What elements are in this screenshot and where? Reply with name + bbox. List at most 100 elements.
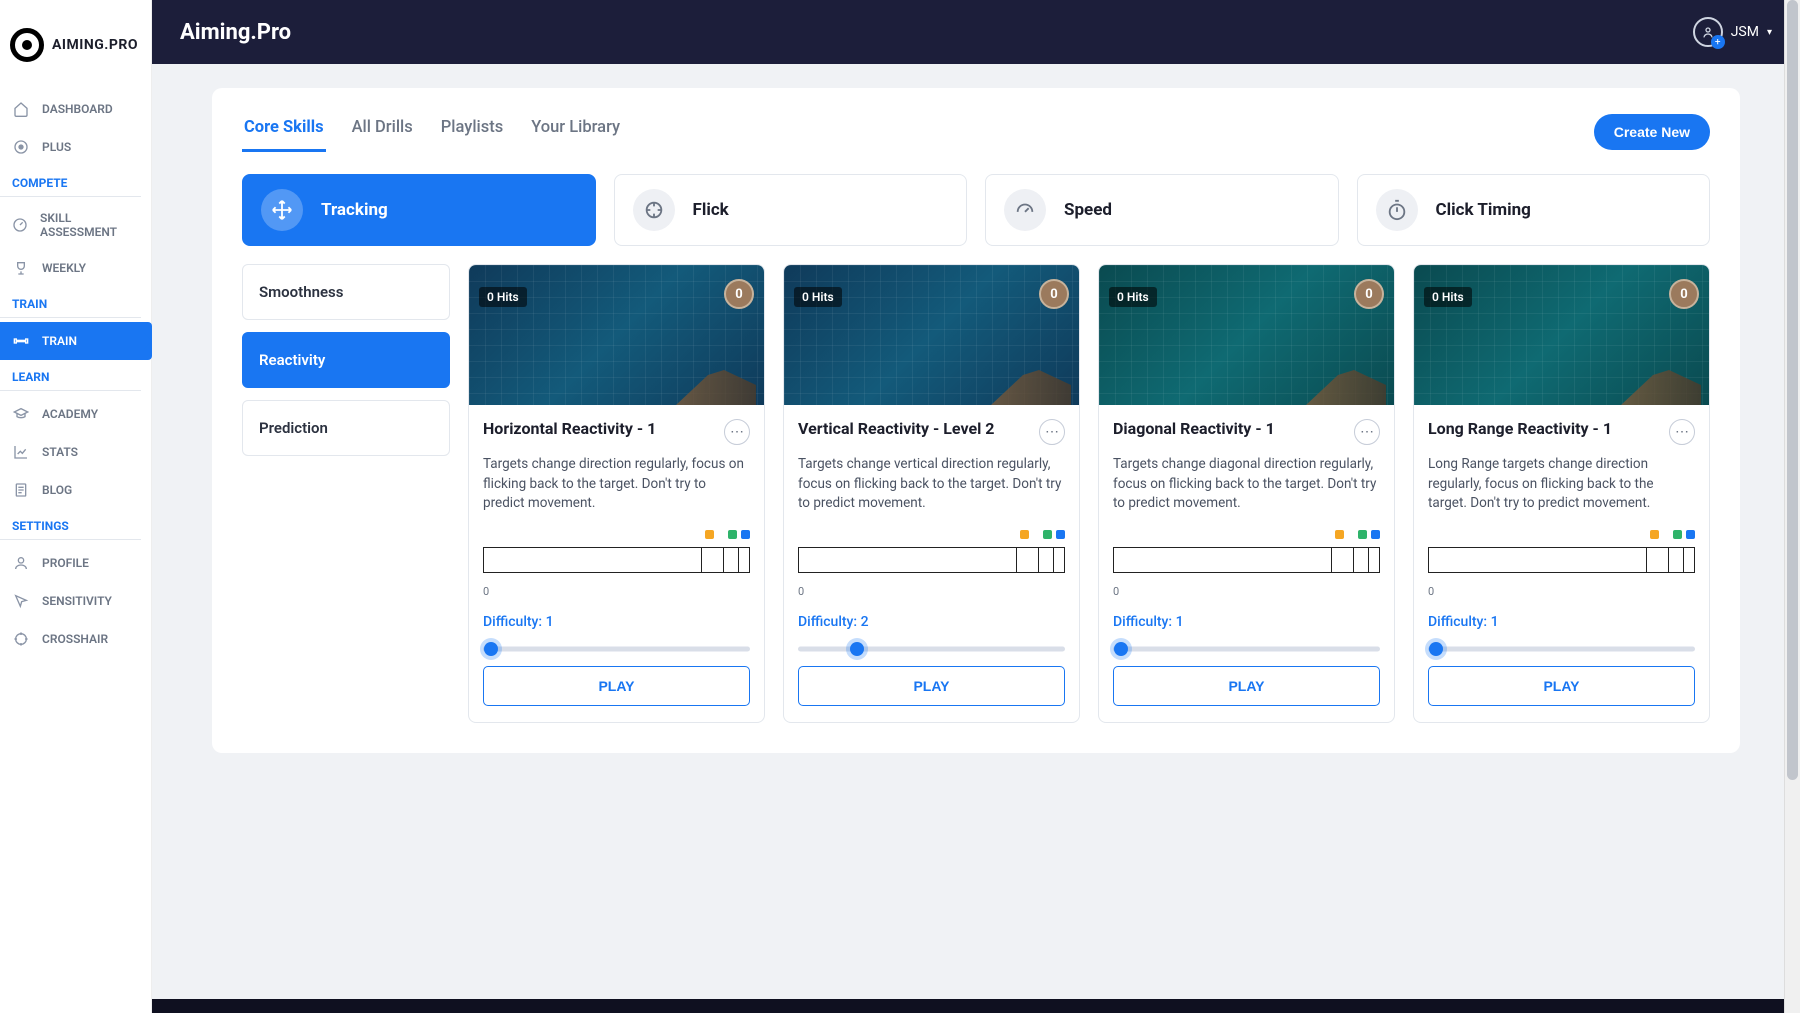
play-button[interactable]: PLAY	[1428, 666, 1695, 706]
logo[interactable]: AIMING.PRO	[0, 0, 151, 90]
sidebar-item-sensitivity[interactable]: SENSITIVITY	[0, 582, 151, 620]
sidebar-item-label: SKILL ASSESSMENT	[40, 211, 139, 239]
difficulty-slider[interactable]	[483, 642, 750, 656]
skill-tile-flick[interactable]: Flick	[614, 174, 968, 246]
skill-label: Tracking	[321, 200, 388, 220]
speedometer-icon	[1004, 189, 1046, 231]
distribution-zero: 0	[483, 585, 750, 598]
nav-heading-compete: COMPETE	[0, 166, 141, 197]
gun-illustration	[991, 355, 1071, 405]
drill-card: 0 Hits 0 Diagonal Reactivity - 1 ⋯ Targe…	[1098, 264, 1395, 723]
sidebar-item-label: BLOG	[42, 483, 72, 497]
cursor-icon	[12, 592, 30, 610]
drill-description: Long Range targets change direction regu…	[1428, 455, 1695, 514]
gauge-icon	[12, 216, 28, 234]
distribution-zero: 0	[1113, 585, 1380, 598]
difficulty-label: Difficulty: 2	[798, 614, 1065, 630]
drill-thumbnail[interactable]: 0 Hits 0	[1414, 265, 1709, 405]
drill-card: 0 Hits 0 Long Range Reactivity - 1 ⋯ Lon…	[1413, 264, 1710, 723]
chevron-down-icon: ▾	[1767, 27, 1772, 38]
tab-your-library[interactable]: Your Library	[529, 112, 622, 152]
sidebar-item-label: DASHBOARD	[42, 102, 113, 116]
difficulty-slider[interactable]	[798, 642, 1065, 656]
sidebar-item-profile[interactable]: PROFILE	[0, 544, 151, 582]
play-button[interactable]: PLAY	[798, 666, 1065, 706]
distribution-bar	[1113, 547, 1380, 573]
skill-tile-tracking[interactable]: Tracking	[242, 174, 596, 246]
sidebar-item-academy[interactable]: ACADEMY	[0, 395, 151, 433]
sidebar-item-plus[interactable]: PLUS	[0, 128, 151, 166]
drill-title: Long Range Reactivity - 1	[1428, 419, 1612, 439]
user-icon	[12, 554, 30, 572]
difficulty-slider[interactable]	[1428, 642, 1695, 656]
hits-badge: 0 Hits	[794, 287, 842, 307]
skill-tile-click-timing[interactable]: Click Timing	[1357, 174, 1711, 246]
tab-core-skills[interactable]: Core Skills	[242, 112, 326, 152]
drill-thumbnail[interactable]: 0 Hits 0	[1099, 265, 1394, 405]
drill-description: Targets change direction regularly, focu…	[483, 455, 750, 514]
dumbbell-icon	[12, 332, 30, 350]
drill-thumbnail[interactable]: 0 Hits 0	[784, 265, 1079, 405]
gun-illustration	[676, 355, 756, 405]
scrollbar-thumb[interactable]	[1787, 0, 1798, 780]
scrollbar[interactable]	[1784, 0, 1800, 1013]
more-button[interactable]: ⋯	[724, 419, 750, 445]
color-dots	[1113, 530, 1380, 539]
hits-badge: 0 Hits	[1424, 287, 1472, 307]
sidebar-item-dashboard[interactable]: DASHBOARD	[0, 90, 151, 128]
more-button[interactable]: ⋯	[1039, 419, 1065, 445]
sidebar: AIMING.PRO DASHBOARD PLUS COMPETE SKILL …	[0, 0, 152, 1013]
difficulty-label: Difficulty: 1	[1428, 614, 1695, 630]
sidebar-item-skill-assessment[interactable]: SKILL ASSESSMENT	[0, 201, 151, 249]
play-button[interactable]: PLAY	[1113, 666, 1380, 706]
sidebar-item-train[interactable]: TRAIN	[0, 322, 152, 360]
nav-heading-settings: SETTINGS	[0, 509, 141, 540]
subskill-reactivity[interactable]: Reactivity	[242, 332, 450, 388]
hits-badge: 0 Hits	[1109, 287, 1157, 307]
gun-illustration	[1621, 355, 1701, 405]
more-button[interactable]: ⋯	[1354, 419, 1380, 445]
sidebar-item-label: PLUS	[42, 140, 71, 154]
play-button[interactable]: PLAY	[483, 666, 750, 706]
drill-description: Targets change vertical direction regula…	[798, 455, 1065, 514]
drill-card: 0 Hits 0 Vertical Reactivity - Level 2 ⋯…	[783, 264, 1080, 723]
sidebar-item-blog[interactable]: BLOG	[0, 471, 151, 509]
distribution-bar	[798, 547, 1065, 573]
sidebar-item-weekly[interactable]: WEEKLY	[0, 249, 151, 287]
sidebar-item-label: WEEKLY	[42, 261, 86, 275]
graduation-icon	[12, 405, 30, 423]
drill-thumbnail[interactable]: 0 Hits 0	[469, 265, 764, 405]
sidebar-item-crosshair[interactable]: CROSSHAIR	[0, 620, 151, 658]
sidebar-item-label: ACADEMY	[42, 407, 98, 421]
move-icon	[261, 189, 303, 231]
difficulty-label: Difficulty: 1	[1113, 614, 1380, 630]
trophy-icon	[12, 259, 30, 277]
skill-tile-speed[interactable]: Speed	[985, 174, 1339, 246]
sidebar-item-label: STATS	[42, 445, 78, 459]
target-icon	[633, 189, 675, 231]
skill-label: Click Timing	[1436, 200, 1531, 220]
chart-icon	[12, 443, 30, 461]
sidebar-item-stats[interactable]: STATS	[0, 433, 151, 471]
skill-label: Flick	[693, 200, 729, 220]
difficulty-label: Difficulty: 1	[483, 614, 750, 630]
doc-icon	[12, 481, 30, 499]
more-button[interactable]: ⋯	[1669, 419, 1695, 445]
hits-badge: 0 Hits	[479, 287, 527, 307]
create-new-button[interactable]: Create New	[1594, 114, 1710, 150]
drill-title: Vertical Reactivity - Level 2	[798, 419, 994, 439]
tab-all-drills[interactable]: All Drills	[350, 112, 415, 152]
sidebar-item-label: SENSITIVITY	[42, 594, 112, 608]
color-dots	[1428, 530, 1695, 539]
topbar: Aiming.Pro + JSM ▾	[152, 0, 1800, 64]
subskill-smoothness[interactable]: Smoothness	[242, 264, 450, 320]
drill-title: Diagonal Reactivity - 1	[1113, 419, 1275, 439]
tab-playlists[interactable]: Playlists	[439, 112, 505, 152]
page-title: Aiming.Pro	[180, 20, 291, 45]
logo-text: AIMING.PRO	[52, 37, 138, 53]
distribution-zero: 0	[1428, 585, 1695, 598]
subskill-prediction[interactable]: Prediction	[242, 400, 450, 456]
difficulty-slider[interactable]	[1113, 642, 1380, 656]
user-menu[interactable]: + JSM ▾	[1693, 17, 1772, 47]
nav-heading-train: TRAIN	[0, 287, 141, 318]
